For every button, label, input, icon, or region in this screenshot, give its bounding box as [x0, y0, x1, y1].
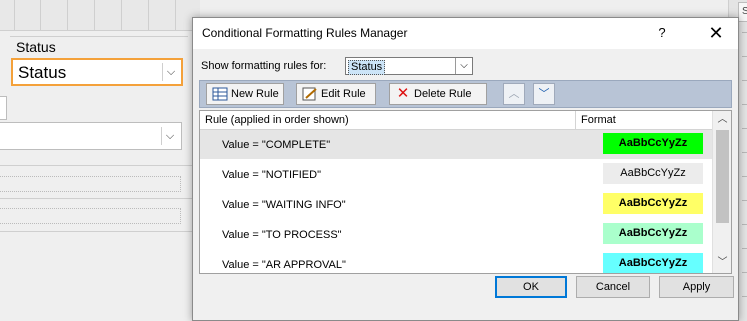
rules-list[interactable]: Rule (applied in order shown) Format Val… [199, 110, 732, 274]
chevron-down-icon: ﹀ [538, 88, 550, 100]
divider [0, 198, 196, 199]
rule-column-header: Rule (applied in order shown) [205, 114, 349, 126]
dotted-field [0, 176, 181, 192]
show-rules-for-select[interactable]: Status ⌵ [345, 57, 473, 75]
rule-row[interactable]: Value = "WAITING INFO" AaBbCcYyZz [200, 190, 712, 219]
grid-line [94, 0, 95, 30]
pane-text-line [742, 224, 747, 225]
pane-text-line [742, 176, 747, 177]
pane-text-line [742, 200, 747, 201]
scroll-up-icon[interactable]: ︿ [716, 114, 729, 126]
rule-row[interactable]: Value = "NOTIFIED" AaBbCcYyZz [200, 160, 712, 189]
move-down-button[interactable]: ﹀ [533, 83, 555, 105]
divider [0, 231, 196, 232]
conditional-formatting-dialog: Conditional Formatting Rules Manager ? ✕… [192, 17, 739, 321]
pane-text-line [742, 128, 747, 129]
divider [0, 165, 196, 166]
scroll-down-icon[interactable]: ﹀ [716, 257, 729, 269]
grid-line [14, 0, 15, 30]
grid-line [148, 0, 149, 30]
move-up-button[interactable]: ︿ [503, 83, 525, 105]
rule-condition-text: Value = "NOTIFIED" [222, 169, 321, 181]
rule-row[interactable]: Value = "COMPLETE" AaBbCcYyZz [200, 130, 712, 159]
pane-text-line [742, 32, 747, 33]
column-separator [575, 111, 576, 129]
pane-text-line [742, 56, 747, 57]
rule-condition-text: Value = "WAITING INFO" [222, 199, 346, 211]
rules-scrollbar[interactable]: ︿ ﹀ [712, 111, 731, 273]
rule-row[interactable]: Value = "TO PROCESS" AaBbCcYyZz [200, 220, 712, 249]
select-tab[interactable]: Selec [738, 2, 747, 22]
grid-line [121, 0, 122, 30]
rules-list-header: Rule (applied in order shown) Format [200, 111, 712, 130]
new-rule-label: New Rule [231, 88, 279, 100]
pane-text-line [742, 104, 747, 105]
delete-rule-button[interactable]: ✕ Delete Rule [389, 83, 487, 105]
field-stub[interactable] [0, 96, 7, 120]
format-preview-swatch: AaBbCcYyZz [603, 133, 703, 154]
status-field-label: Status [16, 39, 56, 55]
rule-condition-text: Value = "TO PROCESS" [222, 229, 342, 241]
chevron-up-icon: ︿ [508, 88, 520, 100]
ok-button[interactable]: OK [495, 276, 567, 298]
edit-rule-button[interactable]: Edit Rule [296, 83, 376, 105]
delete-rule-icon: ✕ [396, 85, 410, 102]
format-preview-swatch: AaBbCcYyZz [603, 163, 703, 184]
apply-button[interactable]: Apply [659, 276, 734, 298]
grid-line [40, 0, 41, 30]
edit-rule-icon [302, 87, 318, 101]
rule-condition-text: Value = "AR APPROVAL" [222, 259, 346, 271]
show-rules-for-label: Show formatting rules for: [201, 60, 327, 72]
scroll-thumb[interactable] [716, 130, 729, 223]
grid-line [175, 0, 176, 30]
pane-text-line [742, 296, 747, 297]
rule-row[interactable]: Value = "AR APPROVAL" AaBbCcYyZz [200, 250, 712, 273]
cancel-button[interactable]: Cancel [576, 276, 650, 298]
help-icon[interactable]: ? [652, 24, 672, 42]
pane-text-line [742, 152, 747, 153]
pane-text-line [742, 80, 747, 81]
sheet-top-strip [0, 0, 200, 31]
dotted-field [0, 208, 181, 224]
status-combobox[interactable]: Status ⌵ [11, 58, 183, 86]
combobox[interactable]: ⌵ [0, 122, 182, 150]
rule-condition-text: Value = "COMPLETE" [222, 139, 331, 151]
rules-toolbar: New Rule Edit Rule ✕ Delete Rule ︿ ﹀ [199, 80, 732, 108]
format-column-header: Format [581, 114, 616, 126]
show-rules-for-value: Status [348, 60, 386, 75]
format-preview-swatch: AaBbCcYyZz [603, 223, 703, 244]
new-rule-button[interactable]: New Rule [206, 83, 284, 105]
new-rule-icon [212, 87, 228, 101]
grid-line [67, 0, 68, 30]
dialog-title: Conditional Formatting Rules Manager [202, 26, 408, 40]
close-icon[interactable]: ✕ [706, 23, 726, 43]
pane-text-line [742, 248, 747, 249]
format-preview-swatch: AaBbCcYyZz [603, 253, 703, 273]
pane-text-line [742, 272, 747, 273]
status-combo-value: Status [18, 63, 67, 82]
chevron-down-icon[interactable]: ⌵ [161, 127, 178, 145]
delete-rule-label: Delete Rule [414, 88, 472, 100]
format-preview-swatch: AaBbCcYyZz [603, 193, 703, 214]
chevron-down-icon[interactable]: ⌵ [455, 58, 472, 74]
chevron-down-icon[interactable]: ⌵ [162, 63, 179, 81]
dialog-titlebar[interactable]: Conditional Formatting Rules Manager ? ✕ [193, 18, 738, 49]
edit-rule-label: Edit Rule [321, 88, 366, 100]
